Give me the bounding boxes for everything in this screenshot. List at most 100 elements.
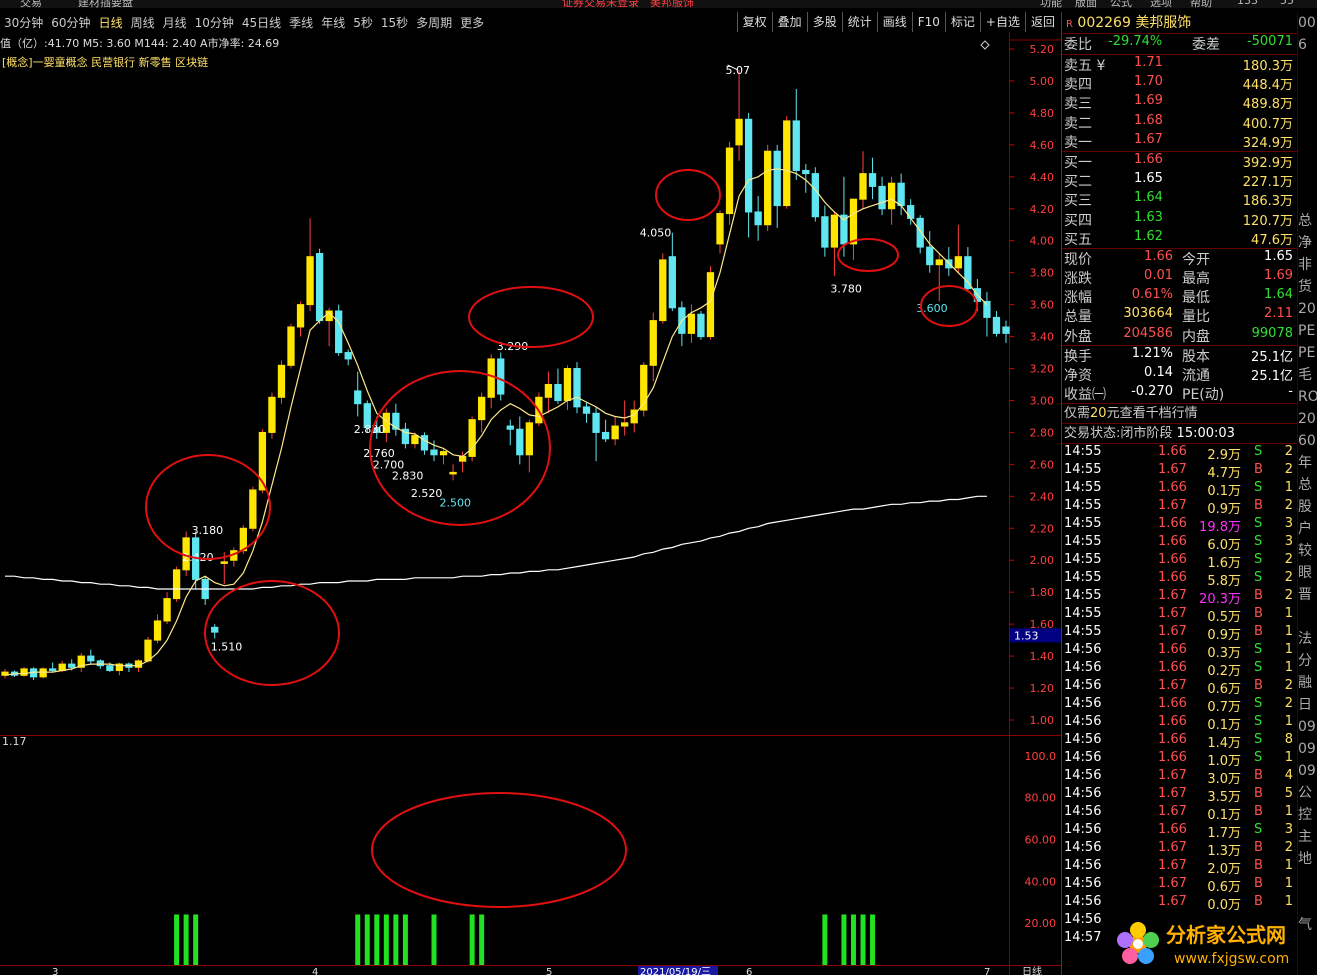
ask-row[interactable]: 卖三 1.69 489.8万 — [1062, 93, 1297, 112]
top-menu-item[interactable]: 55 — [1280, 0, 1294, 7]
top-menu-item[interactable]: 版面 — [1075, 0, 1097, 8]
period-tab[interactable]: 年线 — [317, 14, 349, 31]
side-panel-item[interactable]: 20 — [1298, 408, 1317, 430]
quote-value: 0.61% — [1131, 287, 1173, 303]
tool-button[interactable]: 标记 — [944, 12, 980, 32]
side-panel-item[interactable] — [1298, 188, 1317, 210]
candle-body — [554, 384, 562, 401]
side-panel-item[interactable] — [1298, 892, 1317, 914]
side-panel-item[interactable]: 融 — [1298, 672, 1317, 694]
signal-bar — [841, 914, 847, 965]
side-panel-item[interactable]: 公 — [1298, 782, 1317, 804]
bid-row[interactable]: 买三 1.64 186.3万 — [1062, 190, 1297, 209]
top-menu-item[interactable]: 美邦服饰 — [650, 0, 694, 8]
tool-button[interactable]: 返回 — [1024, 12, 1060, 32]
tool-button[interactable]: 画线 — [876, 12, 912, 32]
top-menu-item[interactable]: 133 — [1237, 0, 1258, 7]
bid-row[interactable]: 买五 1.62 47.6万 — [1062, 229, 1297, 248]
period-tab[interactable]: 30分钟 — [0, 14, 47, 31]
period-tab[interactable]: 月线 — [159, 14, 191, 31]
sub-tick-label: 20.00 — [1025, 917, 1057, 930]
tick-count: 1 — [1284, 642, 1293, 658]
period-tab[interactable]: 15秒 — [377, 14, 412, 31]
tick-list[interactable]: 14:55 1.66 2.9万 S 2 14:55 1.67 4.7万 B 2 14:55 1.66 0… — [1062, 444, 1297, 948]
top-menu-item[interactable]: 选项 — [1150, 0, 1172, 8]
tool-button[interactable]: 统计 — [841, 12, 877, 32]
top-menu-item[interactable]: 公式 — [1110, 0, 1132, 8]
tick-row: 14:55 1.67 0.9万 B 1 — [1062, 624, 1297, 643]
promo-banner[interactable]: 仅需20元查看千档行情 — [1062, 404, 1297, 425]
top-menu-item[interactable]: 功能 — [1040, 0, 1062, 8]
side-panel-item[interactable]: 总 — [1298, 474, 1317, 496]
promo-prefix: 仅需 — [1064, 406, 1091, 422]
period-tab[interactable]: 更多 — [456, 14, 488, 31]
side-panel-item[interactable] — [1298, 56, 1317, 78]
side-panel-item[interactable]: 股 — [1298, 496, 1317, 518]
side-panel-item[interactable] — [1298, 78, 1317, 100]
ask-row[interactable]: 卖四 1.70 448.4万 — [1062, 74, 1297, 93]
period-tab[interactable]: 60分钟 — [47, 14, 94, 31]
stock-name[interactable]: 美邦服饰 — [1135, 15, 1191, 31]
period-tab[interactable]: 45日线 — [238, 14, 285, 31]
kline-chart[interactable]: 5.20 5.00 4.80 4.60 4.40 4.20 4.00 3.80 3.60 3.40… — [0, 32, 1061, 975]
bid-row[interactable]: 买二 1.65 227.1万 — [1062, 171, 1297, 190]
ask-row[interactable]: 卖一 1.67 324.9万 — [1062, 132, 1297, 151]
top-menu-item[interactable]: 帮助 — [1190, 0, 1212, 8]
side-panel-item[interactable]: 法 — [1298, 628, 1317, 650]
tool-button[interactable]: 多股 — [806, 12, 842, 32]
side-panel-item[interactable]: 户 — [1298, 518, 1317, 540]
side-panel-item[interactable]: 晋 — [1298, 584, 1317, 606]
side-panel-item[interactable]: 年 — [1298, 452, 1317, 474]
side-panel-item[interactable] — [1298, 166, 1317, 188]
side-panel-item[interactable]: 6 — [1298, 34, 1317, 56]
side-panel-item[interactable]: 货 — [1298, 276, 1317, 298]
period-tab[interactable]: 5秒 — [349, 14, 377, 31]
tool-button[interactable]: 复权 — [736, 12, 772, 32]
tick-volume: 0.9万 — [1207, 502, 1241, 518]
tick-price: 1.66 — [1158, 750, 1187, 766]
period-tab[interactable]: 周线 — [127, 14, 159, 31]
side-panel-item[interactable]: PE — [1298, 320, 1317, 342]
side-panel-item[interactable]: 09 — [1298, 716, 1317, 738]
period-tab[interactable]: 日线 — [95, 14, 127, 31]
price-tick-label: 4.80 — [1030, 107, 1055, 120]
bid-row[interactable]: 买一 1.66 392.9万 — [1062, 152, 1297, 171]
side-panel-item[interactable]: 日 — [1298, 694, 1317, 716]
side-panel-item[interactable]: 09 — [1298, 760, 1317, 782]
side-panel-item[interactable]: 总 — [1298, 210, 1317, 232]
period-tab[interactable]: 10分钟 — [191, 14, 238, 31]
side-panel-item[interactable]: PE — [1298, 342, 1317, 364]
stock-code[interactable]: 002269 — [1077, 15, 1130, 31]
side-panel-item[interactable] — [1298, 606, 1317, 628]
side-panel-item[interactable]: RO — [1298, 386, 1317, 408]
side-panel-item[interactable]: 09 — [1298, 738, 1317, 760]
side-panel-item[interactable]: 60 — [1298, 430, 1317, 452]
top-menu-item[interactable]: 建材插要盘 — [78, 0, 133, 8]
side-panel-item[interactable]: 眼 — [1298, 562, 1317, 584]
side-panel-item[interactable]: 净 — [1298, 232, 1317, 254]
side-panel-item[interactable]: 主 — [1298, 826, 1317, 848]
bid-row[interactable]: 买四 1.63 120.7万 — [1062, 210, 1297, 229]
side-panel-item[interactable] — [1298, 100, 1317, 122]
side-panel-item[interactable]: 20 — [1298, 298, 1317, 320]
side-panel-item[interactable] — [1298, 122, 1317, 144]
top-menu-item[interactable]: 证券交易未登录 — [562, 0, 639, 8]
side-panel-item[interactable]: 分 — [1298, 650, 1317, 672]
side-panel-item[interactable]: 00 — [1298, 12, 1317, 34]
side-panel-item[interactable] — [1298, 870, 1317, 892]
ask-row[interactable]: 卖二 1.68 400.7万 — [1062, 113, 1297, 132]
ask-row[interactable]: 卖五 ¥ 1.71 180.3万 — [1062, 55, 1297, 74]
period-tab[interactable]: 多周期 — [412, 14, 456, 31]
tool-button[interactable]: F10 — [911, 12, 945, 32]
top-menu-item[interactable]: 交易 — [20, 0, 42, 8]
side-panel-item[interactable]: 较 — [1298, 540, 1317, 562]
side-panel-item[interactable]: 控 — [1298, 804, 1317, 826]
side-panel-item[interactable]: 非 — [1298, 254, 1317, 276]
tool-button[interactable]: 叠加 — [771, 12, 807, 32]
side-panel-item[interactable]: 地 — [1298, 848, 1317, 870]
tool-button[interactable]: +自选 — [979, 12, 1025, 32]
side-panel-item[interactable] — [1298, 144, 1317, 166]
side-panel-item[interactable]: 毛 — [1298, 364, 1317, 386]
period-tab[interactable]: 季线 — [285, 14, 317, 31]
candle-body — [716, 213, 724, 245]
